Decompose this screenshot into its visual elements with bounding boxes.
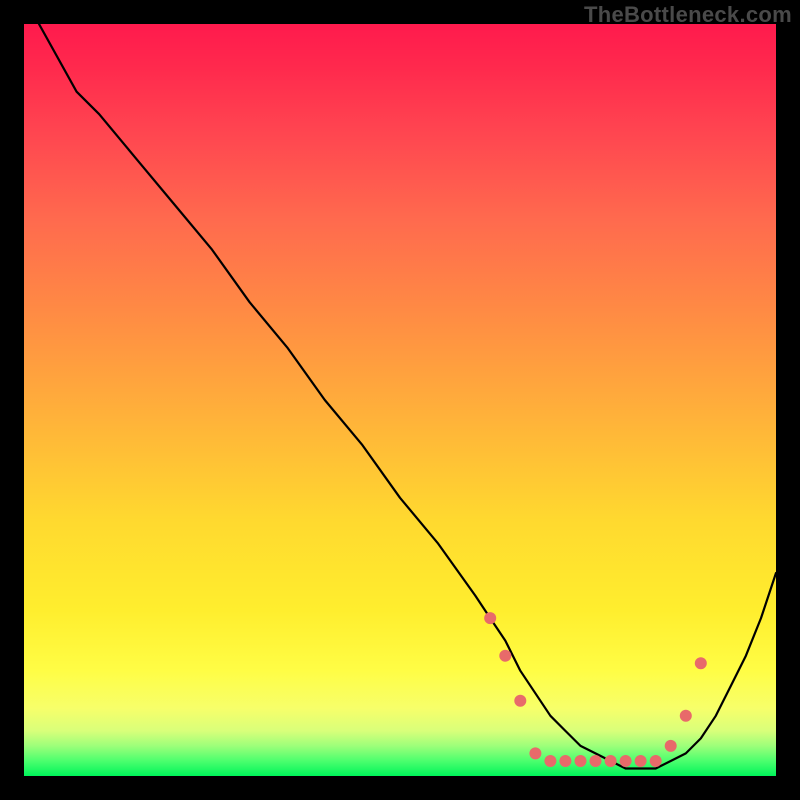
highlight-dot bbox=[514, 695, 526, 707]
highlight-dot bbox=[575, 755, 587, 767]
highlight-dot bbox=[590, 755, 602, 767]
chart-frame: TheBottleneck.com bbox=[0, 0, 800, 800]
highlight-dot bbox=[559, 755, 571, 767]
highlight-dot bbox=[605, 755, 617, 767]
highlight-dot bbox=[499, 650, 511, 662]
highlight-dot bbox=[544, 755, 556, 767]
highlight-dot bbox=[620, 755, 632, 767]
watermark-text: TheBottleneck.com bbox=[584, 2, 792, 28]
highlight-dot bbox=[484, 612, 496, 624]
highlight-dot bbox=[650, 755, 662, 767]
bottleneck-curve-path bbox=[39, 24, 776, 769]
marker-group bbox=[484, 612, 707, 767]
highlight-dot bbox=[680, 710, 692, 722]
chart-overlay bbox=[24, 24, 776, 776]
highlight-dot bbox=[635, 755, 647, 767]
highlight-dot bbox=[529, 747, 541, 759]
highlight-dot bbox=[695, 657, 707, 669]
highlight-dot bbox=[665, 740, 677, 752]
